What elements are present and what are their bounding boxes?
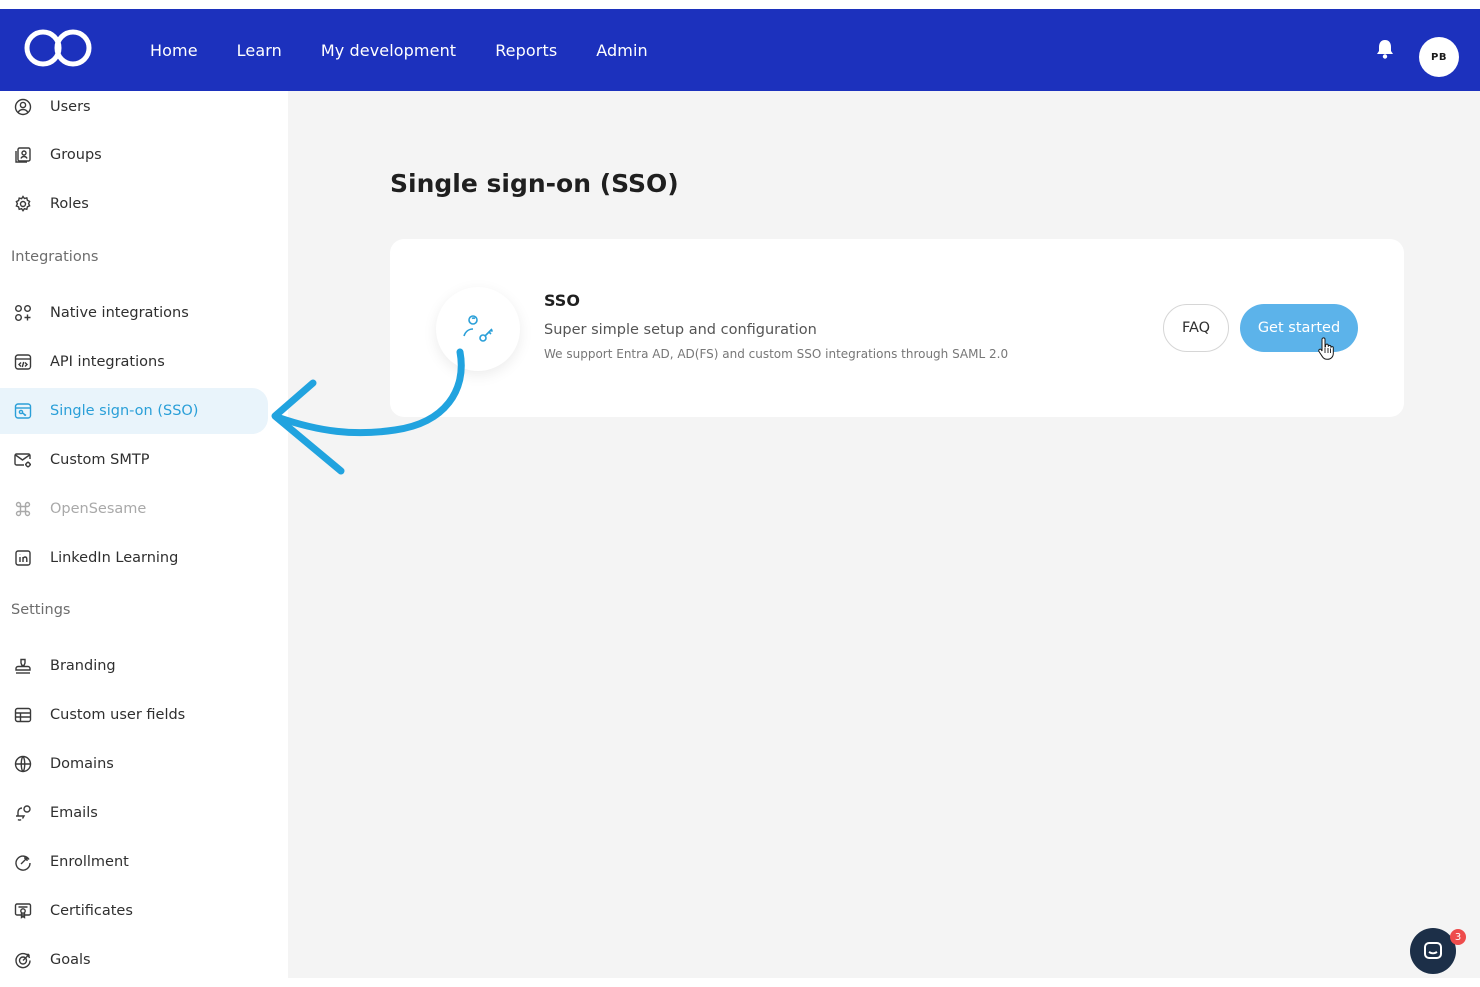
mail-gear-icon [13,450,33,470]
sidebar-item-goals[interactable]: Goals [0,937,268,983]
nav-admin[interactable]: Admin [596,41,648,60]
apps-icon [13,303,33,323]
linkedin-icon [13,548,33,568]
sidebar-item-label: OpenSesame [50,501,147,517]
main-content: Single sign-on (SSO) SSO Super simple se… [288,91,1480,978]
code-window-icon [13,352,33,372]
integrations-section-title: Integrations [11,249,99,265]
infinity-logo[interactable] [22,27,94,69]
command-icon [13,499,33,519]
sidebar-item-label: Users [50,99,91,115]
card-description: We support Entra AD, AD(FS) and custom S… [544,347,1009,361]
stamp-icon [13,656,33,676]
certificate-icon [13,901,33,921]
sidebar-item-emails[interactable]: Emails [0,790,268,836]
sidebar-item-label: Roles [50,196,89,212]
sidebar-item-api-integrations[interactable]: API integrations [0,339,268,385]
sso-card: SSO Super simple setup and configuration… [390,239,1404,417]
groups-icon [13,145,33,165]
chat-notification-badge: 3 [1450,929,1466,945]
nav-home[interactable]: Home [150,41,198,60]
sidebar-item-roles[interactable]: Roles [0,181,268,227]
sidebar-item-branding[interactable]: Branding [0,643,268,689]
sidebar-item-native-integrations[interactable]: Native integrations [0,290,268,336]
gear-icon [13,194,33,214]
sidebar-item-groups[interactable]: Groups [0,132,268,178]
sidebar-item-users[interactable]: Users [0,84,268,130]
sidebar-item-label: Certificates [50,903,133,919]
sidebar-item-label: Emails [50,805,98,821]
email-bell-icon [13,803,33,823]
nav-reports[interactable]: Reports [495,41,557,60]
sidebar-item-domains[interactable]: Domains [0,741,268,787]
sidebar-item-certificates[interactable]: Certificates [0,888,268,934]
sidebar-item-label: Domains [50,756,114,772]
card-subtitle: Super simple setup and configuration [544,322,817,338]
main-nav: Home Learn My development Reports Admin [150,9,687,91]
nav-learn[interactable]: Learn [237,41,282,60]
page-title: Single sign-on (SSO) [390,169,679,198]
annotation-arrow [271,348,465,475]
sidebar-item-custom-user-fields[interactable]: Custom user fields [0,692,268,738]
sidebar-item-label: Native integrations [50,305,189,321]
sidebar-item-linkedin-learning[interactable]: LinkedIn Learning [0,535,268,581]
sidebar-item-label: Branding [50,658,116,674]
enroll-icon [13,852,33,872]
sidebar-item-label: Enrollment [50,854,129,870]
card-title: SSO [544,291,580,310]
sidebar-item-label: LinkedIn Learning [50,550,179,566]
sidebar: Users Groups Roles Integrations Native i… [0,91,288,987]
nav-my-development[interactable]: My development [321,41,456,60]
sidebar-item-label: Custom user fields [50,707,186,723]
sidebar-item-label: Single sign-on (SSO) [50,403,199,419]
sidebar-item-label: Groups [50,147,102,163]
target-icon [13,950,33,970]
hand-cursor-icon [1318,337,1334,360]
sidebar-item-custom-smtp[interactable]: Custom SMTP [0,437,268,483]
sidebar-item-opensesame[interactable]: OpenSesame [0,486,268,532]
get-started-button[interactable]: Get started [1240,304,1358,352]
globe-icon [13,754,33,774]
sidebar-item-sso[interactable]: Single sign-on (SSO) [0,388,268,434]
sidebar-item-enrollment[interactable]: Enrollment [0,839,268,885]
bell-icon[interactable] [1375,38,1395,60]
chat-bubble-icon [1424,942,1442,959]
faq-button[interactable]: FAQ [1163,304,1229,352]
sso-window-icon [13,401,33,421]
avatar[interactable]: PB [1419,37,1459,77]
top-navigation-bar: Home Learn My development Reports Admin … [0,9,1480,91]
user-circle-icon [13,97,33,117]
table-icon [13,705,33,725]
sidebar-item-label: Custom SMTP [50,452,150,468]
sidebar-item-label: Goals [50,952,91,968]
settings-section-title: Settings [11,602,71,618]
sidebar-item-label: API integrations [50,354,165,370]
